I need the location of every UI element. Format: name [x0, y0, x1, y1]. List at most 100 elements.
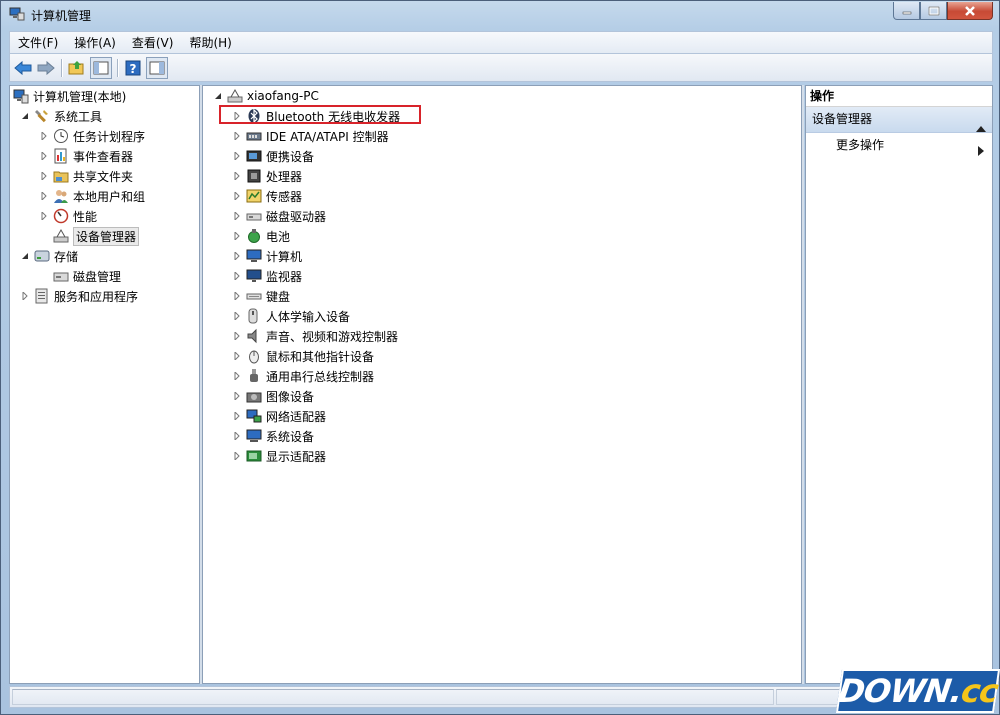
maximize-button[interactable] — [920, 2, 947, 20]
device-category-label: 便携设备 — [266, 149, 315, 164]
expand-triangle-icon[interactable] — [232, 152, 241, 161]
expand-triangle-icon[interactable] — [232, 292, 241, 301]
device-category-item[interactable]: 显示适配器 — [232, 446, 326, 466]
menu-help[interactable]: 帮助(H) — [181, 34, 239, 51]
device-category-item[interactable]: 磁盘驱动器 — [232, 206, 326, 226]
event-viewer-icon — [53, 148, 69, 164]
device-category-item[interactable]: 鼠标和其他指针设备 — [232, 346, 374, 366]
more-actions-label: 更多操作 — [836, 138, 885, 152]
help-icon[interactable]: ? — [123, 58, 143, 78]
expand-triangle-icon[interactable] — [232, 312, 241, 321]
toolbar-separator — [117, 58, 119, 77]
computer-management-icon — [13, 88, 29, 104]
device-category-item[interactable]: 图像设备 — [232, 386, 314, 406]
show-hide-action-pane-icon[interactable] — [146, 56, 168, 79]
title-bar[interactable]: 计算机管理 — [1, 1, 999, 29]
expand-triangle-icon[interactable] — [39, 192, 48, 201]
expand-triangle-icon[interactable] — [232, 212, 241, 221]
close-button[interactable] — [947, 2, 993, 20]
tree-item-event-viewer[interactable]: 事件查看器 — [39, 146, 133, 166]
expand-triangle-icon[interactable] — [20, 292, 29, 301]
device-category-item[interactable]: 监视器 — [232, 266, 302, 286]
expand-triangle-icon[interactable] — [232, 232, 241, 241]
more-actions-item[interactable]: 更多操作 — [806, 133, 992, 157]
device-category-label: 网络适配器 — [266, 409, 327, 424]
device-category-label: 计算机 — [266, 249, 303, 264]
forward-arrow-icon[interactable] — [36, 58, 56, 78]
device-category-item[interactable]: 处理器 — [232, 166, 302, 186]
status-cell — [12, 689, 774, 705]
expand-triangle-icon[interactable] — [232, 132, 241, 141]
expand-triangle-icon[interactable] — [39, 152, 48, 161]
menu-file[interactable]: 文件(F) — [10, 34, 66, 51]
tree-item-device-manager[interactable]: 设备管理器 — [53, 226, 140, 246]
device-category-item[interactable]: 系统设备 — [232, 426, 314, 446]
keyboard-icon — [246, 288, 262, 304]
tree-label: 本地用户和组 — [73, 189, 146, 204]
tree-item-system-tools[interactable]: 系统工具 — [20, 106, 102, 126]
right-splitter[interactable] — [802, 85, 804, 684]
processor-icon — [246, 168, 262, 184]
expand-triangle-icon[interactable] — [39, 132, 48, 141]
performance-icon — [53, 208, 69, 224]
collapse-triangle-icon[interactable] — [20, 112, 29, 121]
tree-item-root[interactable]: 计算机管理(本地) — [13, 86, 126, 106]
device-category-item[interactable]: 电池 — [232, 226, 290, 246]
tree-item-shared-folders[interactable]: 共享文件夹 — [39, 166, 133, 186]
collapse-triangle-icon[interactable] — [213, 92, 222, 101]
device-category-label: 处理器 — [266, 169, 303, 184]
actions-section-device-manager[interactable]: 设备管理器 — [806, 107, 992, 133]
imaging-device-icon — [246, 388, 262, 404]
tree-label: 共享文件夹 — [73, 169, 134, 184]
show-hide-console-tree-icon[interactable] — [90, 56, 112, 79]
tree-label: 计算机管理(本地) — [33, 89, 127, 104]
storage-icon — [34, 248, 50, 264]
expand-triangle-icon[interactable] — [232, 412, 241, 421]
expand-triangle-icon[interactable] — [232, 392, 241, 401]
users-icon — [53, 188, 69, 204]
device-category-item[interactable]: 声音、视频和游戏控制器 — [232, 326, 398, 346]
expand-triangle-icon[interactable] — [232, 432, 241, 441]
tree-item-storage[interactable]: 存储 — [20, 246, 78, 266]
expand-triangle-icon[interactable] — [232, 332, 241, 341]
highlight-box — [219, 105, 421, 124]
collapse-triangle-icon[interactable] — [20, 252, 29, 261]
menu-action[interactable]: 操作(A) — [66, 34, 124, 51]
device-tree-computer[interactable]: xiaofang-PC — [213, 86, 319, 106]
device-category-item[interactable]: IDE ATA/ATAPI 控制器 — [232, 126, 389, 146]
minimize-button[interactable] — [893, 2, 920, 20]
device-category-item[interactable]: 计算机 — [232, 246, 302, 266]
expand-triangle-icon[interactable] — [39, 212, 48, 221]
menu-view[interactable]: 查看(V) — [124, 34, 182, 51]
computer-icon — [246, 248, 262, 264]
tree-item-services-apps[interactable]: 服务和应用程序 — [20, 286, 138, 306]
device-category-label: 磁盘驱动器 — [266, 209, 327, 224]
services-icon — [34, 288, 50, 304]
toolbar: ? — [9, 53, 993, 82]
device-category-item[interactable]: 通用串行总线控制器 — [232, 366, 374, 386]
expand-triangle-icon[interactable] — [39, 172, 48, 181]
expand-triangle-icon[interactable] — [232, 192, 241, 201]
speaker-icon — [246, 328, 262, 344]
device-category-item[interactable]: 键盘 — [232, 286, 290, 306]
expand-triangle-icon[interactable] — [232, 372, 241, 381]
up-folder-icon[interactable] — [67, 58, 87, 78]
tree-label: 服务和应用程序 — [54, 289, 139, 304]
expand-triangle-icon[interactable] — [232, 452, 241, 461]
back-arrow-icon[interactable] — [13, 58, 33, 78]
pc-icon — [227, 88, 243, 104]
tree-item-performance[interactable]: 性能 — [39, 206, 97, 226]
device-category-label: 传感器 — [266, 189, 303, 204]
device-category-item[interactable]: 便携设备 — [232, 146, 314, 166]
tree-item-task-scheduler[interactable]: 任务计划程序 — [39, 126, 145, 146]
expand-triangle-icon[interactable] — [232, 352, 241, 361]
expand-triangle-icon[interactable] — [232, 172, 241, 181]
expand-triangle-icon[interactable] — [232, 272, 241, 281]
expand-triangle-icon[interactable] — [232, 252, 241, 261]
device-category-item[interactable]: 人体学输入设备 — [232, 306, 350, 326]
device-category-label: 人体学输入设备 — [266, 309, 351, 324]
device-category-item[interactable]: 传感器 — [232, 186, 302, 206]
tree-item-local-users[interactable]: 本地用户和组 — [39, 186, 145, 206]
tree-item-disk-management[interactable]: 磁盘管理 — [53, 266, 121, 286]
device-category-item[interactable]: 网络适配器 — [232, 406, 326, 426]
